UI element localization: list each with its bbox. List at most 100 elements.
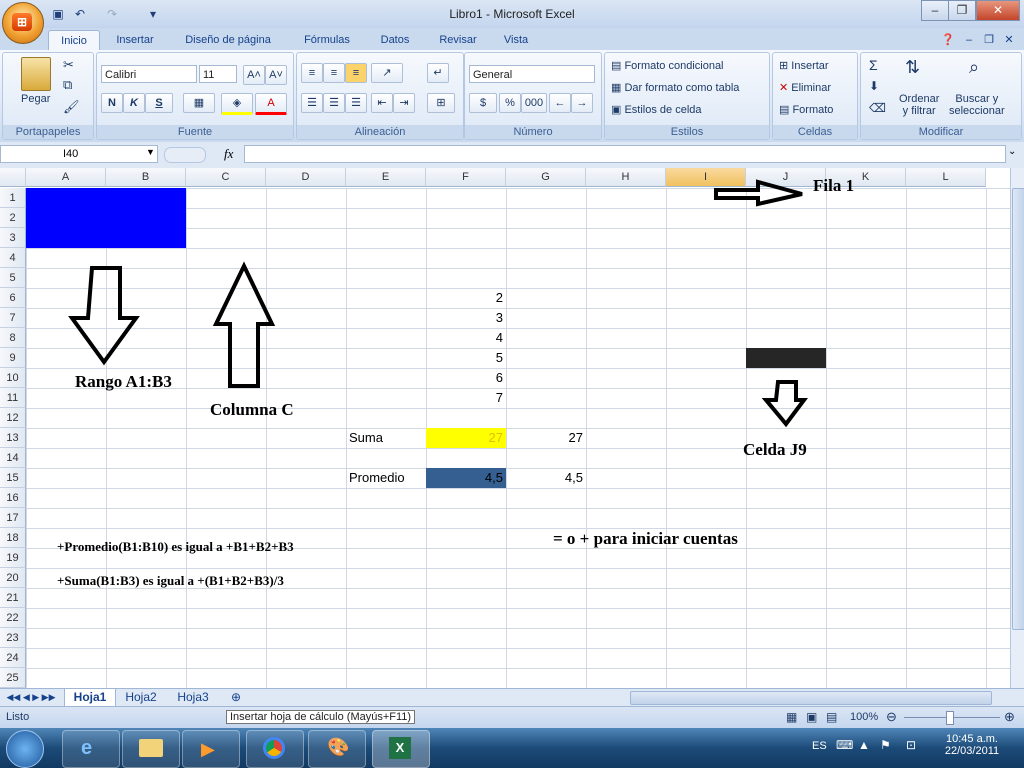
sort-filter-button[interactable]: Ordenar y filtrar (899, 93, 939, 117)
format-cells-label: Formato (792, 104, 834, 116)
insert-sheet-icon[interactable]: ⊕ (226, 689, 246, 706)
formula-input[interactable] (244, 145, 1006, 163)
zoom-in-icon[interactable]: ⊕ (1004, 709, 1015, 725)
language-indicator[interactable]: ES (812, 740, 827, 752)
increase-indent-icon[interactable]: ⇥ (393, 93, 415, 113)
clock[interactable]: 10:45 a.m. 22/03/2011 (942, 733, 1002, 757)
thousands-button[interactable]: 000 (521, 93, 547, 113)
status-mode: Listo (6, 711, 30, 723)
tab-vista[interactable]: Vista (496, 30, 536, 50)
cut-icon[interactable]: ✂ (63, 57, 74, 73)
align-center-icon[interactable]: ☰ (323, 93, 345, 113)
clear-icon[interactable]: ⌫ (869, 101, 886, 115)
close-button[interactable]: ✕ (976, 0, 1020, 21)
format-painter-icon[interactable]: 🖌 (63, 99, 80, 115)
format-as-table-button[interactable]: ▦ Dar formato como tabla (611, 81, 739, 94)
taskbar-media-player-icon[interactable]: ▶ (182, 730, 240, 768)
orientation-icon[interactable]: ↗ (371, 63, 403, 83)
copy-icon[interactable]: ⧉ (63, 77, 72, 93)
sheet-nav-arrows-icon[interactable]: ◀◀ ◀ ▶ ▶▶ (4, 689, 58, 706)
tab-revisar[interactable]: Revisar (432, 30, 484, 50)
vertical-scrollbar[interactable] (1010, 168, 1024, 688)
tab-formulas[interactable]: Fórmulas (296, 30, 358, 50)
wrap-text-icon[interactable]: ↵ (427, 63, 449, 83)
conditional-format-button[interactable]: ▤ Formato condicional (611, 59, 724, 72)
cell-styles-button[interactable]: ▣ Estilos de celda (611, 103, 702, 116)
taskbar-excel-icon[interactable]: X (372, 730, 430, 768)
autosum-icon[interactable]: Σ (869, 57, 878, 73)
sheet-tab-hoja1[interactable]: Hoja1 (64, 689, 116, 707)
network-icon[interactable]: ⊡ (906, 738, 916, 752)
currency-button[interactable]: $ (469, 93, 497, 113)
align-middle-icon[interactable]: ≡ (323, 63, 345, 83)
tab-insertar[interactable]: Insertar (108, 30, 162, 50)
taskbar-chrome-icon[interactable] (246, 730, 304, 768)
name-box-dropdown-icon[interactable]: ▼ (146, 147, 155, 157)
align-top-icon[interactable]: ≡ (301, 63, 323, 83)
align-left-icon[interactable]: ☰ (301, 93, 323, 113)
view-page-layout-icon[interactable]: ▣ (806, 710, 817, 724)
bold-button[interactable]: N (101, 93, 123, 113)
merge-center-icon[interactable]: ⊞ (427, 93, 455, 113)
group-modificar: Σ ⬇ ⌫ ⇅ Ordenar y filtrar ⌕ Buscar y selec… (860, 52, 1022, 140)
grow-font-button[interactable]: A˄ (243, 65, 265, 85)
insert-function-icon[interactable]: fx (224, 146, 233, 162)
zoom-out-icon[interactable]: ⊖ (886, 709, 897, 725)
sort-filter-icon[interactable]: ⇅ (905, 57, 920, 78)
percent-button[interactable]: % (499, 93, 521, 113)
fill-color-icon[interactable]: ◈ (221, 93, 253, 115)
number-format-combo[interactable]: General (469, 65, 595, 83)
decrease-indent-icon[interactable]: ⇤ (371, 93, 393, 113)
expand-formula-icon[interactable]: ⌄ (1008, 146, 1016, 157)
fill-icon[interactable]: ⬇ (869, 79, 879, 93)
binoculars-icon[interactable]: ⌕ (969, 57, 979, 78)
tray-arrow-icon[interactable]: ▲ (858, 738, 870, 752)
taskbar-ie-icon[interactable]: e (62, 730, 120, 768)
taskbar-paint-icon[interactable]: 🎨 (308, 730, 366, 768)
name-box[interactable]: I40 (0, 145, 158, 163)
minimize-button[interactable]: – (921, 0, 949, 21)
align-bottom-icon[interactable]: ≡ (345, 63, 367, 83)
restore-button[interactable]: ❐ (948, 0, 976, 21)
view-page-break-icon[interactable]: ▤ (826, 710, 837, 724)
font-color-icon[interactable]: A (255, 93, 287, 115)
insert-cells-button[interactable]: ⊞ Insertar (779, 59, 829, 72)
paste-icon[interactable] (21, 57, 51, 91)
sheet-tab-bar: ◀◀ ◀ ▶ ▶▶ Hoja1 Hoja2 Hoja3 ⊕ (0, 688, 1024, 707)
sheet-tab-hoja2[interactable]: Hoja2 (118, 689, 164, 706)
borders-icon[interactable]: ▦ (183, 93, 215, 113)
ribbon-close-icon[interactable]: ✕ (1002, 30, 1016, 50)
find-select-button[interactable]: Buscar y seleccionar (949, 93, 1005, 117)
sheet-tab-hoja3[interactable]: Hoja3 (170, 689, 216, 706)
italic-button[interactable]: K (123, 93, 145, 113)
find-label-2: seleccionar (949, 105, 1005, 117)
font-name-combo[interactable]: Calibri (101, 65, 197, 83)
taskbar-explorer-icon[interactable] (122, 730, 180, 768)
shrink-font-button[interactable]: A˅ (265, 65, 287, 85)
format-cells-button[interactable]: ▤ Formato (779, 103, 833, 116)
font-size-combo[interactable]: 11 (199, 65, 237, 83)
tab-diseno-pagina[interactable]: Diseño de página (176, 30, 280, 50)
tab-inicio[interactable]: Inicio (48, 30, 100, 51)
zoom-level[interactable]: 100% (850, 711, 878, 723)
keyboard-icon[interactable]: ⌨ (836, 738, 853, 752)
help-icon[interactable]: ❓ (940, 30, 956, 50)
office-button[interactable]: ⊞ (2, 2, 44, 44)
formula-bar-handle[interactable] (164, 147, 206, 163)
action-center-icon[interactable]: ⚑ (880, 738, 891, 752)
paste-button[interactable]: Pegar (21, 93, 50, 105)
start-button-icon[interactable] (6, 730, 44, 768)
delete-cells-button[interactable]: ✕ Eliminar (779, 81, 831, 94)
worksheet-grid[interactable]: ABCDEFGHIJKL 1 2 3 4 5 6 7 8 9 10 11 12 13 14 15 16 17 18… (0, 168, 1010, 688)
align-right-icon[interactable]: ☰ (345, 93, 367, 113)
zoom-slider-handle[interactable] (946, 711, 954, 725)
vertical-scroll-thumb[interactable] (1012, 188, 1024, 630)
increase-decimal-icon[interactable]: ← (549, 93, 571, 113)
tab-datos[interactable]: Datos (372, 30, 418, 50)
horizontal-scroll-thumb[interactable] (630, 691, 992, 705)
ribbon-minimize-icon[interactable]: – (962, 30, 976, 50)
underline-button[interactable]: S (145, 93, 173, 113)
decrease-decimal-icon[interactable]: → (571, 93, 593, 113)
view-normal-icon[interactable]: ▦ (786, 710, 797, 724)
ribbon-restore-icon[interactable]: ❐ (982, 30, 996, 50)
